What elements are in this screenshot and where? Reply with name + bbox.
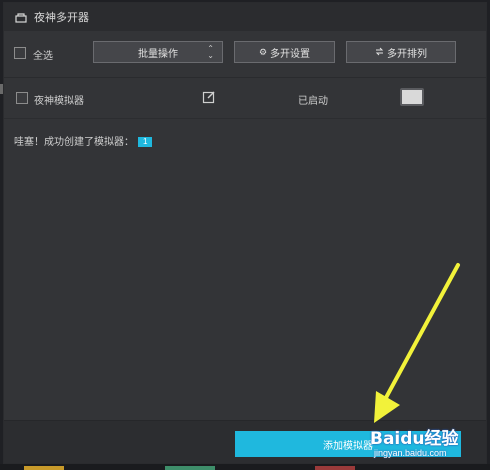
emulator-name: 夜神模拟器 (34, 96, 84, 107)
taskbar-item (315, 466, 355, 470)
multi-settings-label: 多开设置 (270, 48, 311, 60)
multi-arrange-label: 多开排列 (387, 48, 427, 60)
window-title: 夜神多开器 (34, 12, 89, 24)
emulator-status: 已启动 (298, 96, 328, 107)
multi-instance-icon (14, 10, 28, 24)
baidu-jingyan-watermark: Baidu经验 jingyan.baidu.com (370, 424, 488, 468)
batch-operations-label: 批量操作 (138, 48, 178, 60)
watermark-url: jingyan.baidu.com (374, 448, 447, 458)
chevron-updown-icon: ⌃ ⌄ (207, 44, 214, 60)
taskbar-item (24, 466, 64, 470)
batch-operations-dropdown[interactable]: 批量操作 ⌃ ⌄ (93, 41, 223, 63)
title-bar: 夜神多开器 (4, 3, 486, 32)
background-window-edge (0, 84, 3, 94)
select-all-label: 全选 (33, 51, 53, 62)
emulator-checkbox[interactable] (16, 92, 28, 104)
multi-arrange-button[interactable]: 多开排列 (346, 41, 456, 63)
watermark-logo: Baidu经验 (370, 429, 459, 449)
edit-icon[interactable] (202, 90, 216, 104)
emulator-row: 夜神模拟器 已启动 (4, 78, 486, 119)
emulator-toggle[interactable] (400, 88, 424, 106)
pointer-arrow-annotation (374, 263, 460, 423)
success-message-text: 哇塞！成功创建了模拟器： (14, 137, 134, 148)
add-emulator-label: 添加模拟器 (323, 440, 373, 452)
select-all-checkbox[interactable] (14, 47, 26, 59)
toolbar: 全选 批量操作 ⌃ ⌄ ⚙ 多开设置 多开排列 (4, 31, 486, 78)
multi-settings-button[interactable]: ⚙ 多开设置 (234, 41, 335, 63)
gear-icon: ⚙ (258, 46, 268, 57)
success-message: 哇塞！成功创建了模拟器： 1 (14, 133, 153, 148)
arrange-icon (375, 47, 384, 58)
taskbar-item (165, 466, 215, 470)
created-count-badge: 1 (138, 137, 153, 148)
